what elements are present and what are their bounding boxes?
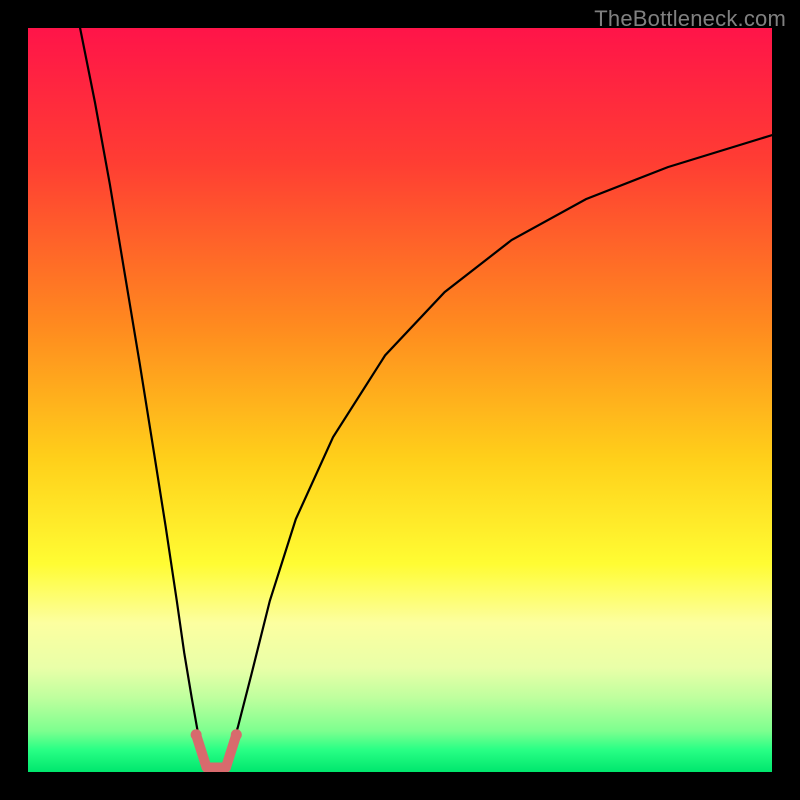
u-band-endpoint bbox=[191, 729, 202, 740]
chart-stage: TheBottleneck.com bbox=[0, 0, 800, 800]
bottleneck-chart bbox=[28, 28, 772, 772]
u-band-endpoint bbox=[231, 729, 242, 740]
chart-background bbox=[28, 28, 772, 772]
